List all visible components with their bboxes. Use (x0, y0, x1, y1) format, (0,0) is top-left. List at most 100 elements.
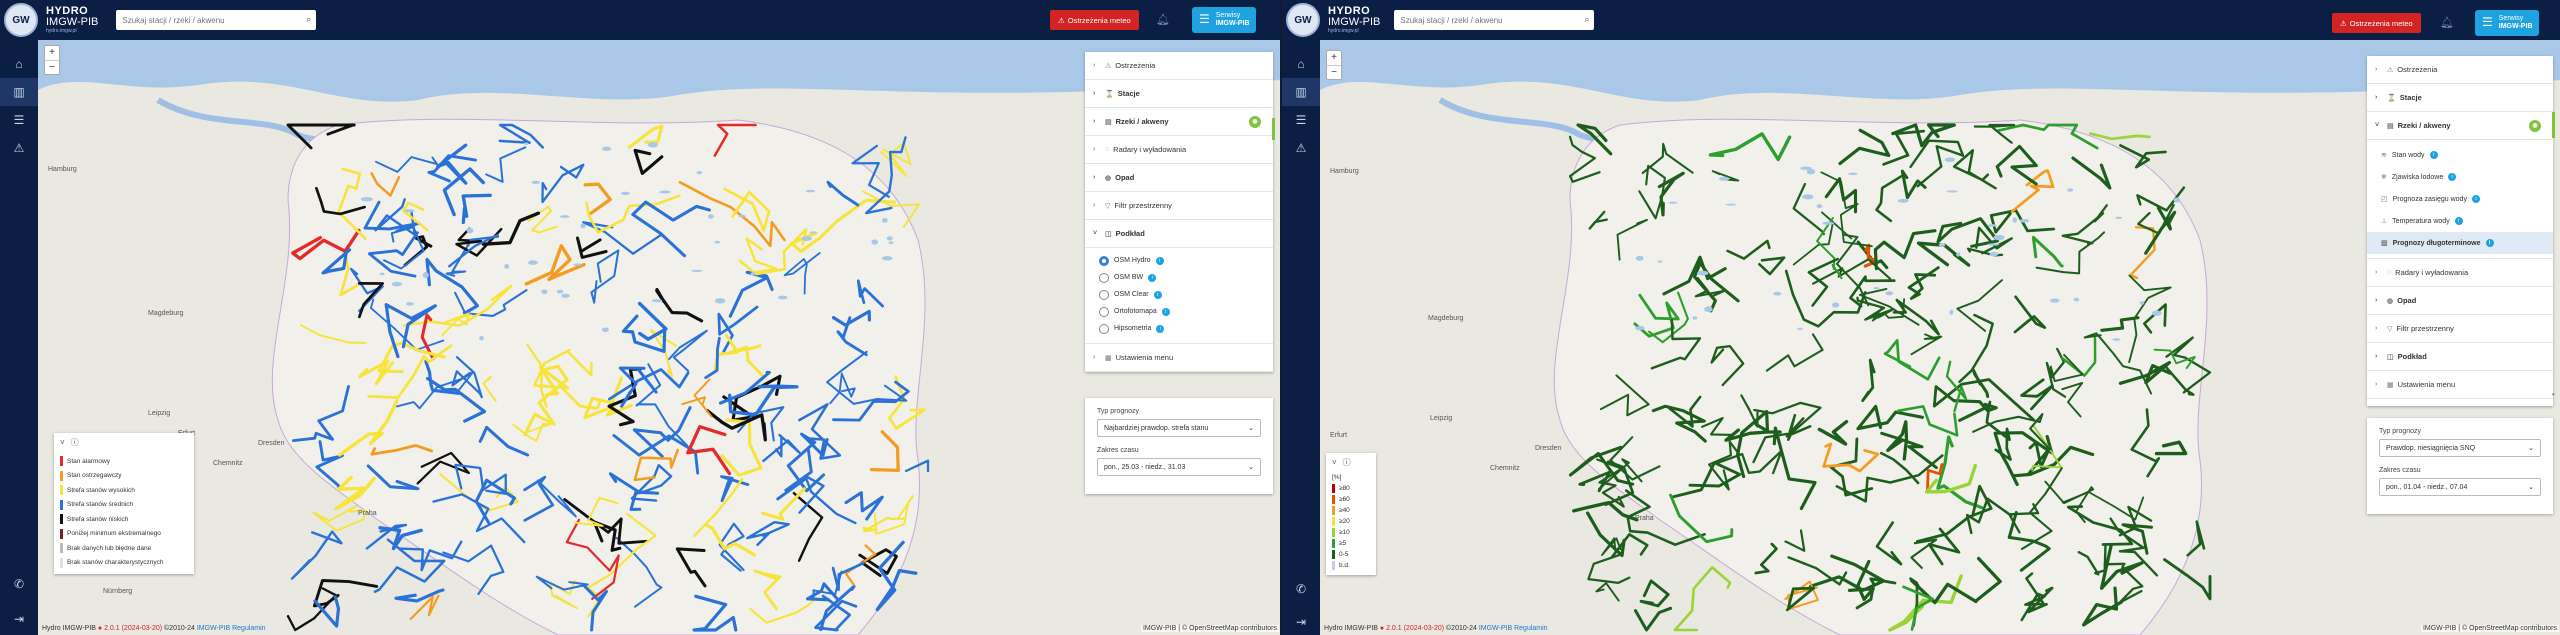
panel-scrollbar[interactable] (2552, 112, 2555, 138)
accordion-row[interactable]: › ◍ Opad (2367, 287, 2553, 315)
weather-warnings-button[interactable]: ⚠ Ostrzeżenia meteo (1050, 10, 1139, 30)
home-icon[interactable]: ⌂ (1282, 50, 1320, 78)
zoom-out-button[interactable]: − (45, 60, 59, 74)
basemap-option[interactable]: Ortofotomapa i (1085, 303, 1273, 320)
search-icon[interactable]: ⌕ (1584, 14, 1589, 25)
legend-swatch (60, 485, 63, 496)
services-button[interactable]: ☰ Serwisy IMGW-PIB (1192, 7, 1257, 33)
accordion-row[interactable]: › ▤ Rzeki / akweny ◉ (1085, 108, 1273, 136)
logout-icon[interactable]: ⇥ (1282, 608, 1320, 635)
services-button[interactable]: ☰ Serwisy IMGW-PIB (2475, 10, 2540, 36)
footer-imgw-link[interactable]: IMGW-PIB (197, 625, 230, 632)
search-input[interactable] (122, 15, 293, 25)
radio-button[interactable] (1099, 272, 1109, 283)
accordion-row[interactable]: › ▦ Ustawienia menu (2367, 371, 2553, 399)
radio-button[interactable] (1099, 289, 1109, 300)
city-label: Magdeburg (1428, 315, 1464, 322)
info-icon[interactable]: i (1161, 307, 1170, 316)
scroll-down-icon[interactable]: ▾ (2552, 392, 2555, 398)
footer-terms-link[interactable]: Regulamin (232, 625, 265, 632)
map-icon[interactable]: ▥ (0, 78, 38, 106)
chevron-down-icon[interactable]: ˅ (1332, 458, 1337, 467)
lake-shape (541, 289, 548, 295)
info-icon[interactable]: ⓘ (1343, 457, 1351, 468)
time-range-select[interactable]: pon., 25.03 - niedz., 31.03 ⌄ (1097, 458, 1261, 476)
rivers-layer-item[interactable]: ≋ Stan wody i (2367, 144, 2553, 166)
accordion-row[interactable]: ˅ ◫ Podkład (1085, 220, 1273, 248)
basemap-option[interactable]: OSM Clear i (1085, 286, 1273, 303)
lake-shape (871, 239, 878, 245)
zoom-in-button[interactable]: + (1327, 51, 1341, 65)
accordion-row[interactable]: › ⚠ Ostrzeżenia (1085, 52, 1273, 80)
logout-icon[interactable]: ⇥ (0, 605, 38, 633)
phone-icon[interactable]: ✆ (0, 570, 38, 598)
zoom-in-button[interactable]: + (45, 46, 59, 60)
search-icon[interactable]: ⌕ (306, 14, 311, 25)
chevron-down-icon[interactable]: ˅ (60, 438, 65, 447)
basemap-option[interactable]: OSM Hydro i (1085, 252, 1273, 269)
bell-icon[interactable]: 🔔︎ (1156, 13, 1170, 26)
info-icon[interactable]: i (2471, 195, 2480, 203)
radio-button[interactable] (1099, 323, 1109, 334)
logo[interactable]: GW (1286, 3, 1320, 37)
basemap-option[interactable]: OSM BW i (1085, 269, 1273, 286)
alert-icon[interactable]: ⚠ (1282, 134, 1320, 162)
time-range-select[interactable]: pon., 01.04 - niedz., 07.04 ⌄ (2379, 478, 2541, 496)
accordion-row[interactable]: › ◍ Opad (1085, 164, 1273, 192)
accordion-row[interactable]: › ◫ Podkład (2367, 343, 2553, 371)
brand[interactable]: HYDRO IMGW-PIB hydro.imgw.pl (1328, 6, 1380, 34)
info-icon[interactable]: i (2429, 151, 2438, 159)
info-icon[interactable]: i (2448, 173, 2457, 181)
rivers-layer-item[interactable]: ❄ Zjawiska lodowe i (2367, 166, 2553, 188)
chevron-down-icon: ⌄ (1248, 464, 1254, 471)
accordion-row[interactable]: › ◌ Radary i wyładowania (1085, 136, 1273, 164)
legend-item: Brak stanów charakterystycznych (60, 556, 188, 571)
lake-shape (1718, 176, 1730, 181)
river-segment (1578, 470, 1611, 493)
logo[interactable]: GW (4, 3, 38, 37)
footer-terms-link[interactable]: Regulamin (1514, 625, 1547, 632)
info-icon[interactable]: ⓘ (71, 437, 79, 448)
accordion-row[interactable]: › ⌛ Stacje (2367, 84, 2553, 112)
info-icon[interactable]: i (1148, 273, 1157, 282)
lake-shape (651, 299, 663, 303)
layer-icon: ◌ (1105, 146, 1110, 153)
info-icon[interactable]: i (2485, 239, 2494, 247)
accordion-row[interactable]: › ▽ Filtr przestrzenny (2367, 315, 2553, 343)
info-icon[interactable]: i (1153, 290, 1162, 299)
forecast-type-value: Najbardziej prawdop. strefa stanu (1104, 424, 1209, 432)
footer-imgw-link[interactable]: IMGW-PIB (1479, 625, 1512, 632)
info-icon[interactable]: i (2454, 217, 2463, 225)
zoom-out-button[interactable]: − (1327, 65, 1341, 79)
lake-shape (1987, 243, 2000, 246)
radio-button[interactable] (1099, 255, 1109, 266)
accordion-row[interactable]: › ⚠ Ostrzeżenia (2367, 56, 2553, 84)
phone-icon[interactable]: ✆ (1282, 575, 1320, 603)
accordion-row[interactable]: › ▽ Filtr przestrzenny (1085, 192, 1273, 220)
brand[interactable]: HYDRO IMGW-PIB hydro.imgw.pl (46, 6, 98, 34)
accordion-row[interactable]: › ▦ Ustawienia menu (1085, 344, 1273, 372)
weather-warnings-button[interactable]: ⚠ Ostrzeżenia meteo (2332, 13, 2421, 33)
accordion-row[interactable]: ˅ ▤ Rzeki / akweny ◉ (2367, 112, 2553, 140)
radio-button[interactable] (1099, 306, 1109, 317)
home-icon[interactable]: ⌂ (0, 50, 38, 78)
alert-icon[interactable]: ⚠ (0, 134, 38, 162)
map-icon[interactable]: ▥ (1282, 78, 1320, 106)
rivers-layer-item[interactable]: ◰ Prognoza zasięgu wody i (2367, 188, 2553, 210)
info-icon[interactable]: i (1156, 324, 1165, 333)
bell-icon[interactable]: 🔔︎ (2440, 16, 2454, 29)
panel-scrollbar[interactable] (1272, 118, 1275, 140)
info-icon[interactable]: i (1155, 256, 1164, 265)
forecast-type-select[interactable]: Prawdop. niesiągnięcia SNQ ⌄ (2379, 439, 2541, 457)
search-input[interactable] (1400, 15, 1571, 25)
list-icon[interactable]: ☰ (0, 106, 38, 134)
search-box: ⌕ (116, 10, 317, 30)
rivers-layer-item[interactable]: ⊥ Temperatura wody i (2367, 210, 2553, 232)
legend-unit: [%] (1332, 474, 1342, 481)
basemap-option[interactable]: Hipsometria i (1085, 320, 1273, 337)
rivers-layer-item[interactable]: ▥ Prognozy długoterminowe i (2367, 232, 2553, 254)
forecast-type-select[interactable]: Najbardziej prawdop. strefa stanu ⌄ (1097, 419, 1261, 437)
accordion-row[interactable]: › ◌ Radary i wyładowania (2367, 259, 2553, 287)
list-icon[interactable]: ☰ (1282, 106, 1320, 134)
accordion-row[interactable]: › ⌛ Stacje (1085, 80, 1273, 108)
